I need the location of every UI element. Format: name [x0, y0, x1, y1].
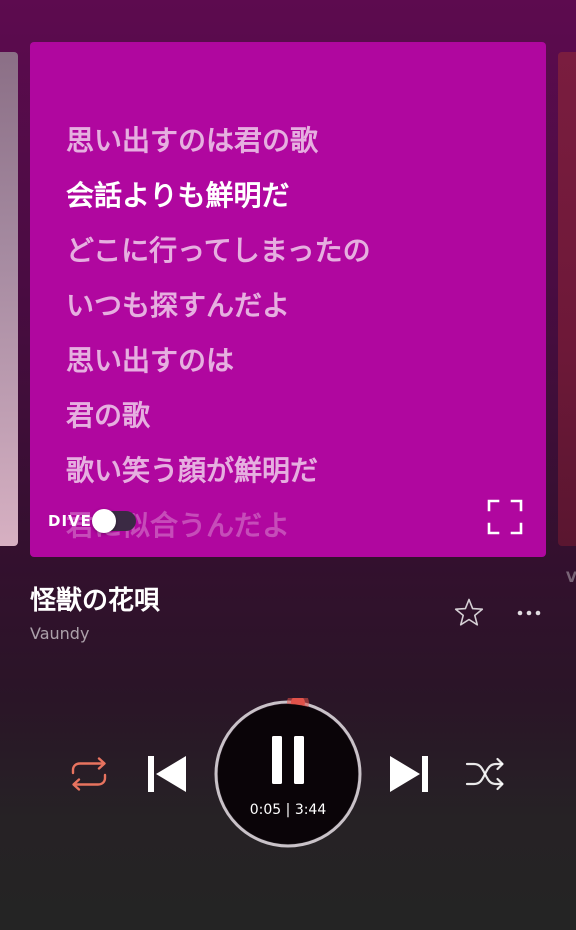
pause-button[interactable]	[266, 734, 310, 786]
lyric-line-current[interactable]: 会話よりも鮮明だ	[66, 177, 526, 232]
shuffle-icon	[465, 757, 504, 791]
favorite-button[interactable]	[452, 596, 486, 630]
lyric-line[interactable]: 思い出すのは君の歌	[66, 122, 526, 177]
total-duration: 3:44	[294, 802, 327, 818]
dive-toggle[interactable]	[91, 509, 136, 533]
time-separator: |	[285, 802, 291, 818]
lyric-line[interactable]: 思い出すのは	[66, 342, 526, 397]
pause-icon	[272, 736, 304, 784]
fullscreen-icon[interactable]	[486, 498, 524, 536]
shuffle-button[interactable]	[462, 754, 508, 794]
lyric-line[interactable]: どこに行ってしまったの	[66, 232, 526, 287]
time-readout: 0:05 | 3:44	[218, 802, 358, 818]
track-artist[interactable]: Vaundy	[30, 624, 89, 643]
lyric-line[interactable]: 君の歌	[66, 397, 526, 452]
next-card-ghost-text: V	[566, 570, 576, 586]
lyric-line[interactable]: 歌い笑う顔が鮮明だ	[66, 452, 526, 507]
dive-label: DIVE	[48, 512, 92, 530]
lyrics-list: 思い出すのは君の歌 会話よりも鮮明だ どこに行ってしまったの いつも探すんだよ …	[66, 122, 526, 557]
skip-next-icon	[390, 756, 428, 792]
dive-toggle-knob	[91, 509, 116, 533]
lyric-line[interactable]: いつも探すんだよ	[66, 287, 526, 342]
dive-toggle-row[interactable]: DIVE	[48, 508, 136, 534]
previous-track-button[interactable]	[144, 752, 190, 796]
lyrics-card[interactable]: 思い出すのは君の歌 会話よりも鮮明だ どこに行ってしまったの いつも探すんだよ …	[30, 42, 546, 557]
next-card-peek[interactable]: V	[558, 52, 576, 586]
track-title: 怪獣の花唄	[30, 586, 161, 616]
previous-card-peek[interactable]	[0, 52, 18, 546]
skip-previous-icon	[148, 756, 186, 792]
next-track-button[interactable]	[386, 752, 432, 796]
elapsed-time: 0:05	[249, 802, 282, 818]
star-outline-icon	[454, 598, 484, 626]
more-horizontal-icon	[517, 610, 541, 616]
repeat-icon	[71, 757, 107, 791]
repeat-button[interactable]	[66, 754, 112, 794]
more-options-button[interactable]	[510, 600, 548, 626]
